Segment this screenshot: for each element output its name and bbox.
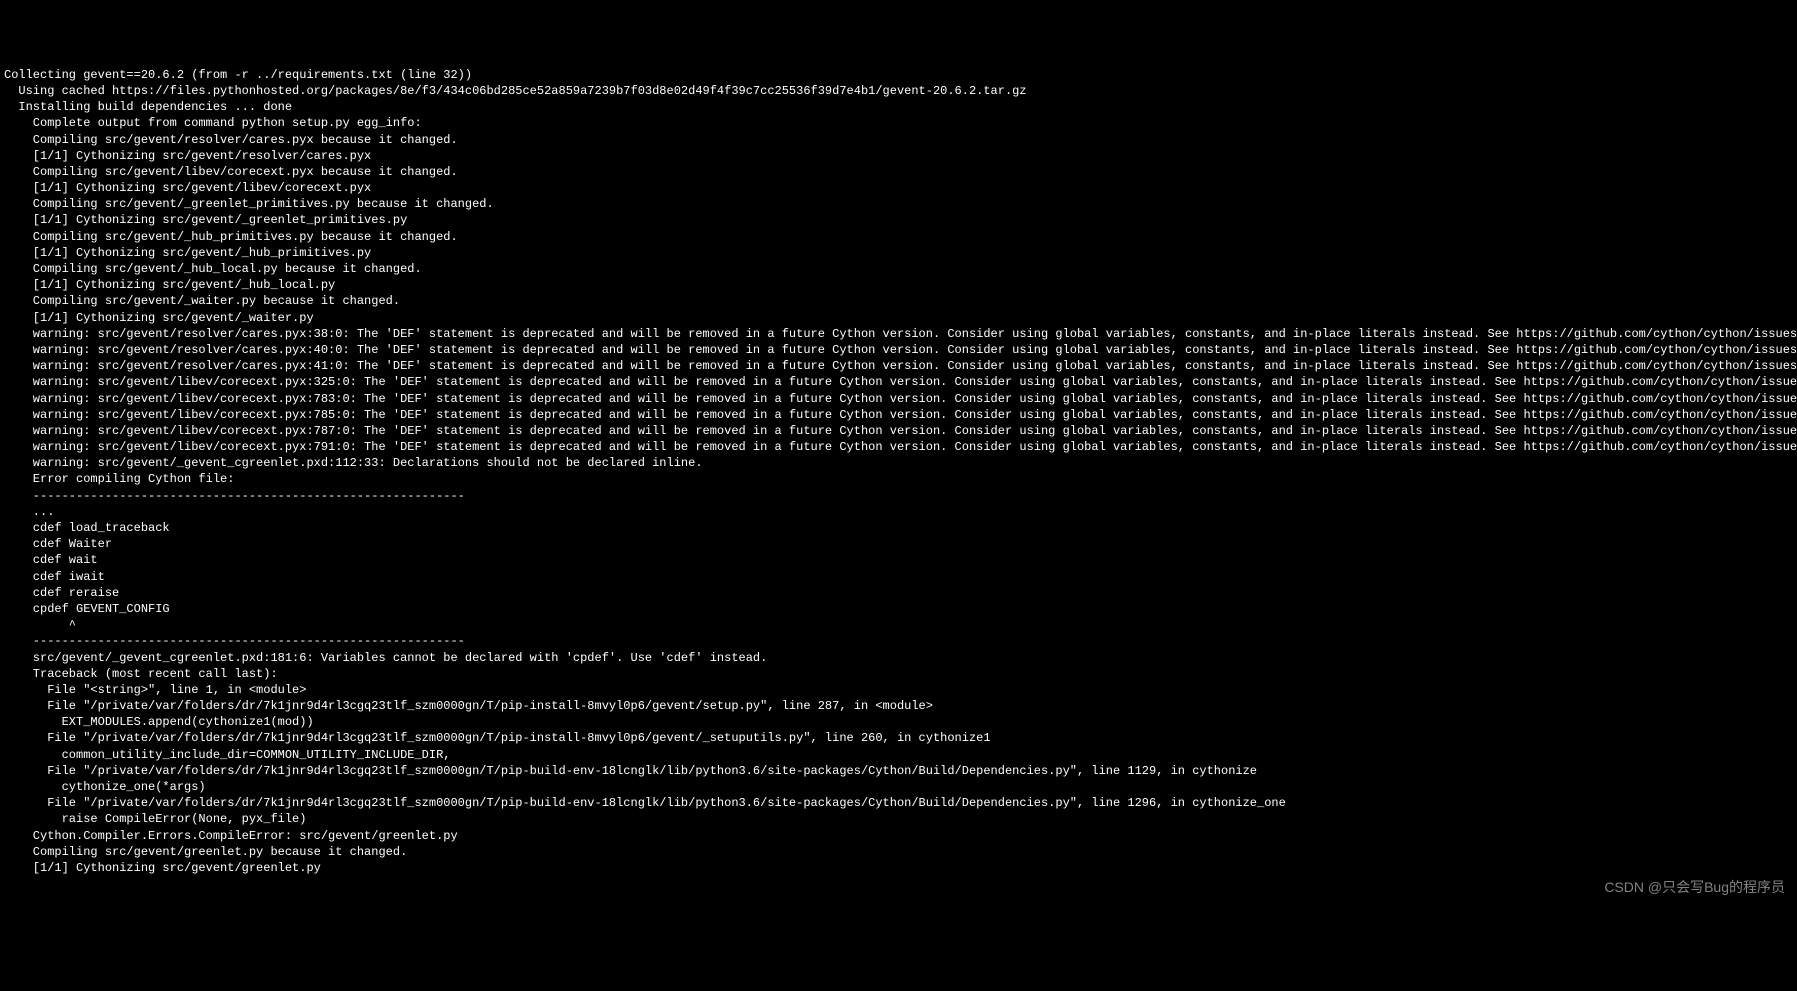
terminal-line: warning: src/gevent/libev/corecext.pyx:7…	[4, 423, 1793, 439]
terminal-line: Installing build dependencies ... done	[4, 99, 1793, 115]
terminal-line: File "/private/var/folders/dr/7k1jnr9d4r…	[4, 763, 1793, 779]
terminal-line: [1/1] Cythonizing src/gevent/_hub_local.…	[4, 277, 1793, 293]
terminal-line: Compiling src/gevent/_greenlet_primitive…	[4, 196, 1793, 212]
terminal-line: cdef Waiter	[4, 536, 1793, 552]
terminal-line: cdef iwait	[4, 569, 1793, 585]
watermark-text: CSDN @只会写Bug的程序员	[1604, 878, 1785, 897]
terminal-line: Compiling src/gevent/resolver/cares.pyx …	[4, 132, 1793, 148]
terminal-line: cdef reraise	[4, 585, 1793, 601]
terminal-line: [1/1] Cythonizing src/gevent/_hub_primit…	[4, 245, 1793, 261]
terminal-line: ^	[4, 617, 1793, 633]
terminal-line: Traceback (most recent call last):	[4, 666, 1793, 682]
terminal-line: Compiling src/gevent/_waiter.py because …	[4, 293, 1793, 309]
terminal-line: Compiling src/gevent/_hub_local.py becau…	[4, 261, 1793, 277]
terminal-line: Compiling src/gevent/_hub_primitives.py …	[4, 229, 1793, 245]
terminal-line: warning: src/gevent/libev/corecext.pyx:3…	[4, 374, 1793, 390]
terminal-line: Compiling src/gevent/libev/corecext.pyx …	[4, 164, 1793, 180]
terminal-line: cpdef GEVENT_CONFIG	[4, 601, 1793, 617]
terminal-line: cythonize_one(*args)	[4, 779, 1793, 795]
terminal-line: src/gevent/_gevent_cgreenlet.pxd:181:6: …	[4, 650, 1793, 666]
terminal-line: File "/private/var/folders/dr/7k1jnr9d4r…	[4, 730, 1793, 746]
terminal-line: File "/private/var/folders/dr/7k1jnr9d4r…	[4, 698, 1793, 714]
terminal-line: ----------------------------------------…	[4, 633, 1793, 649]
terminal-line: [1/1] Cythonizing src/gevent/libev/corec…	[4, 180, 1793, 196]
terminal-line: warning: src/gevent/libev/corecext.pyx:7…	[4, 407, 1793, 423]
terminal-line: warning: src/gevent/resolver/cares.pyx:4…	[4, 358, 1793, 374]
terminal-line: Using cached https://files.pythonhosted.…	[4, 83, 1793, 99]
terminal-line: cdef load_traceback	[4, 520, 1793, 536]
terminal-line: warning: src/gevent/libev/corecext.pyx:7…	[4, 439, 1793, 455]
terminal-line: Compiling src/gevent/greenlet.py because…	[4, 844, 1793, 860]
terminal-line: Error compiling Cython file:	[4, 471, 1793, 487]
terminal-line: File "/private/var/folders/dr/7k1jnr9d4r…	[4, 795, 1793, 811]
terminal-line: [1/1] Cythonizing src/gevent/_greenlet_p…	[4, 212, 1793, 228]
terminal-line: Collecting gevent==20.6.2 (from -r ../re…	[4, 67, 1793, 83]
terminal-line: cdef wait	[4, 552, 1793, 568]
terminal-line: File "<string>", line 1, in <module>	[4, 682, 1793, 698]
terminal-line: raise CompileError(None, pyx_file)	[4, 811, 1793, 827]
terminal-line: EXT_MODULES.append(cythonize1(mod))	[4, 714, 1793, 730]
terminal-line: Cython.Compiler.Errors.CompileError: src…	[4, 828, 1793, 844]
terminal-line: [1/1] Cythonizing src/gevent/_waiter.py	[4, 310, 1793, 326]
terminal-line: warning: src/gevent/_gevent_cgreenlet.px…	[4, 455, 1793, 471]
terminal-line: Complete output from command python setu…	[4, 115, 1793, 131]
terminal-line: ...	[4, 504, 1793, 520]
terminal-line: warning: src/gevent/resolver/cares.pyx:3…	[4, 326, 1793, 342]
terminal-line: common_utility_include_dir=COMMON_UTILIT…	[4, 747, 1793, 763]
terminal-line: warning: src/gevent/libev/corecext.pyx:7…	[4, 391, 1793, 407]
terminal-line: [1/1] Cythonizing src/gevent/resolver/ca…	[4, 148, 1793, 164]
terminal-line: warning: src/gevent/resolver/cares.pyx:4…	[4, 342, 1793, 358]
terminal-line: ----------------------------------------…	[4, 488, 1793, 504]
terminal-line: [1/1] Cythonizing src/gevent/greenlet.py	[4, 860, 1793, 876]
terminal-output[interactable]: Collecting gevent==20.6.2 (from -r ../re…	[4, 67, 1793, 876]
